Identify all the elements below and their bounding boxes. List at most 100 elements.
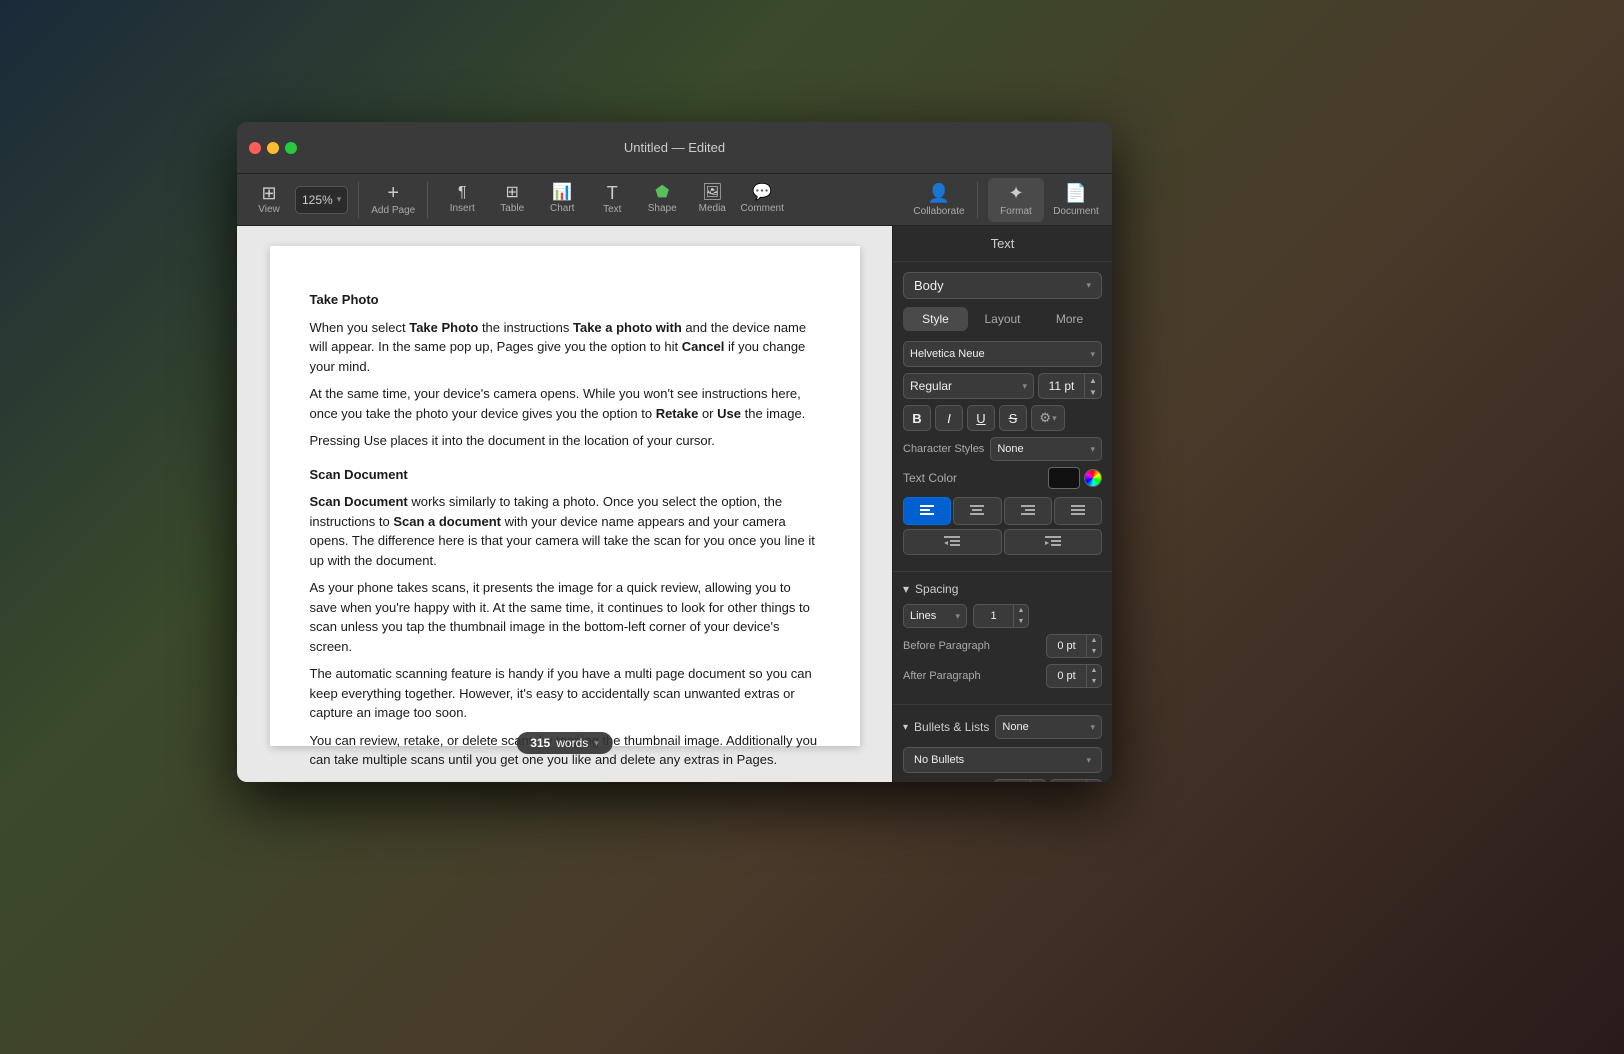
toolbar-insert-group: ¶ Insert ⊞ Table 📊 Chart T Text ⬟ Shape … — [438, 178, 786, 222]
view-button[interactable]: ⊞ View — [245, 178, 293, 222]
add-page-icon: + — [387, 183, 399, 203]
font-size-control[interactable]: 11 pt ▲ ▼ — [1038, 373, 1102, 399]
character-styles-row: Character Styles None ▾ — [903, 437, 1102, 461]
indent-decrease-icon — [944, 536, 960, 548]
indent-increase-icon — [1045, 536, 1061, 548]
font-name-dropdown[interactable]: Helvetica Neue ▾ — [903, 341, 1102, 367]
align-right-button[interactable] — [1004, 497, 1052, 525]
format-icon: ✦ — [1008, 183, 1023, 204]
spacing-header[interactable]: ▾ Spacing — [903, 582, 1102, 596]
font-style-row: Regular ▾ 11 pt ▲ ▼ — [903, 373, 1102, 399]
minimize-button[interactable] — [267, 142, 279, 154]
document-button[interactable]: 📄 Document — [1048, 178, 1104, 222]
text-indent-arrows: ▲ ▼ — [1086, 780, 1101, 782]
add-page-button[interactable]: + Add Page — [369, 178, 417, 222]
spacing-value-control[interactable]: 1 ▲ ▼ — [973, 604, 1029, 628]
before-para-down-arrow[interactable]: ▼ — [1087, 646, 1101, 657]
spacing-type-dropdown[interactable]: Lines ▾ — [903, 604, 967, 628]
panel-title: Text — [893, 226, 1112, 262]
text-indent-ctrl: 0 cm ▲ ▼ Text — [1050, 779, 1102, 782]
main-area: Take Photo When you select Take Photo th… — [237, 226, 1112, 782]
app-window: Untitled — Edited ⊞ View 125% ▾ + Add Pa… — [237, 122, 1112, 782]
align-justify-button[interactable] — [1054, 497, 1102, 525]
text-tool-icon: T — [607, 184, 618, 202]
toolbar-add-group: + Add Page — [369, 178, 417, 222]
bullet-indent-ctrl: 0 cm ▲ ▼ Bullet — [994, 779, 1046, 782]
font-style-dropdown[interactable]: Regular ▾ — [903, 373, 1034, 399]
comment-button[interactable]: 💬 Comment — [738, 178, 786, 222]
character-styles-dropdown[interactable]: None ▾ — [990, 437, 1102, 461]
after-para-up-arrow[interactable]: ▲ — [1087, 665, 1101, 676]
after-paragraph-control[interactable]: 0 pt ▲ ▼ — [1046, 664, 1102, 688]
shape-button[interactable]: ⬟ Shape — [638, 178, 686, 222]
tab-layout[interactable]: Layout — [970, 307, 1035, 331]
align-center-icon — [970, 505, 984, 517]
gear-icon: ⚙ — [1039, 410, 1051, 426]
chart-icon: 📊 — [552, 185, 572, 201]
format-button[interactable]: ✦ Format — [988, 178, 1044, 222]
align-center-button[interactable] — [953, 497, 1001, 525]
toolbar-separator-2 — [427, 182, 428, 218]
tab-more[interactable]: More — [1037, 307, 1102, 331]
bullets-section: ▾ Bullets & Lists None ▾ No Bullets ▾ In… — [893, 705, 1112, 782]
text-indent-up[interactable]: ▲ — [1087, 780, 1101, 782]
strikethrough-button[interactable]: S — [999, 405, 1027, 431]
before-paragraph-control[interactable]: 0 pt ▲ ▼ — [1046, 634, 1102, 658]
font-size-down-arrow[interactable]: ▼ — [1085, 386, 1101, 398]
heading-take-photo: Take Photo — [310, 290, 820, 310]
traffic-lights — [249, 142, 297, 154]
insert-button[interactable]: ¶ Insert — [438, 178, 486, 222]
font-row: Helvetica Neue ▾ — [903, 341, 1102, 367]
text-color-swatch[interactable] — [1048, 467, 1080, 489]
before-para-up-arrow[interactable]: ▲ — [1087, 635, 1101, 646]
media-button[interactable]: 🖼 Media — [688, 178, 736, 222]
collaborate-icon: 👤 — [928, 183, 950, 204]
font-size-arrows: ▲ ▼ — [1084, 374, 1101, 398]
para-4: Scan Document works similarly to taking … — [310, 492, 820, 570]
zoom-control[interactable]: 125% ▾ — [295, 186, 348, 214]
close-button[interactable] — [249, 142, 261, 154]
para-2: At the same time, your device's camera o… — [310, 384, 820, 423]
no-bullets-dropdown[interactable]: No Bullets ▾ — [903, 747, 1102, 773]
bullet-indent-up[interactable]: ▲ — [1031, 780, 1045, 782]
panel-tabs: Style Layout More — [903, 307, 1102, 331]
before-paragraph-arrows: ▲ ▼ — [1086, 635, 1101, 657]
chart-button[interactable]: 📊 Chart — [538, 178, 586, 222]
color-wheel-button[interactable] — [1084, 469, 1102, 487]
underline-button[interactable]: U — [967, 405, 995, 431]
zoom-chevron-icon: ▾ — [337, 194, 342, 205]
after-para-down-arrow[interactable]: ▼ — [1087, 676, 1101, 687]
align-left-button[interactable] — [903, 497, 951, 525]
bullets-style-dropdown[interactable]: None ▾ — [995, 715, 1102, 739]
spacing-down-arrow[interactable]: ▼ — [1014, 616, 1028, 627]
word-count-bar[interactable]: 315 words ▾ — [516, 732, 613, 754]
italic-button[interactable]: I — [935, 405, 963, 431]
indent-increase-button[interactable] — [1004, 529, 1103, 555]
document-page: Take Photo When you select Take Photo th… — [270, 246, 860, 746]
shape-icon: ⬟ — [655, 185, 669, 201]
font-size-up-arrow[interactable]: ▲ — [1085, 374, 1101, 386]
spacing-collapse-icon: ▾ — [903, 582, 909, 596]
table-icon: ⊞ — [506, 185, 519, 201]
maximize-button[interactable] — [285, 142, 297, 154]
gear-chevron-icon: ▾ — [1052, 413, 1057, 424]
body-section: Body ▾ Style Layout More Helvetica Neue … — [893, 262, 1112, 572]
toolbar-view-group: ⊞ View 125% ▾ — [245, 178, 348, 222]
character-options-button[interactable]: ⚙ ▾ — [1031, 405, 1065, 431]
bold-button[interactable]: B — [903, 405, 931, 431]
toolbar-right-group: 👤 Collaborate ✦ Format 📄 Document — [911, 178, 1104, 222]
bullets-collapse-icon: ▾ — [903, 722, 908, 733]
text-tool-button[interactable]: T Text — [588, 178, 636, 222]
spacing-arrows: ▲ ▼ — [1013, 605, 1028, 627]
document-icon: 📄 — [1065, 183, 1087, 204]
table-button[interactable]: ⊞ Table — [488, 178, 536, 222]
document-area[interactable]: Take Photo When you select Take Photo th… — [237, 226, 892, 782]
spacing-up-arrow[interactable]: ▲ — [1014, 605, 1028, 616]
insert-icon: ¶ — [458, 185, 467, 201]
indent-decrease-button[interactable] — [903, 529, 1002, 555]
collaborate-button[interactable]: 👤 Collaborate — [911, 178, 967, 222]
tab-style[interactable]: Style — [903, 307, 968, 331]
color-swatch-container — [1048, 467, 1102, 489]
align-right-icon — [1021, 505, 1035, 517]
body-dropdown[interactable]: Body ▾ — [903, 272, 1102, 299]
